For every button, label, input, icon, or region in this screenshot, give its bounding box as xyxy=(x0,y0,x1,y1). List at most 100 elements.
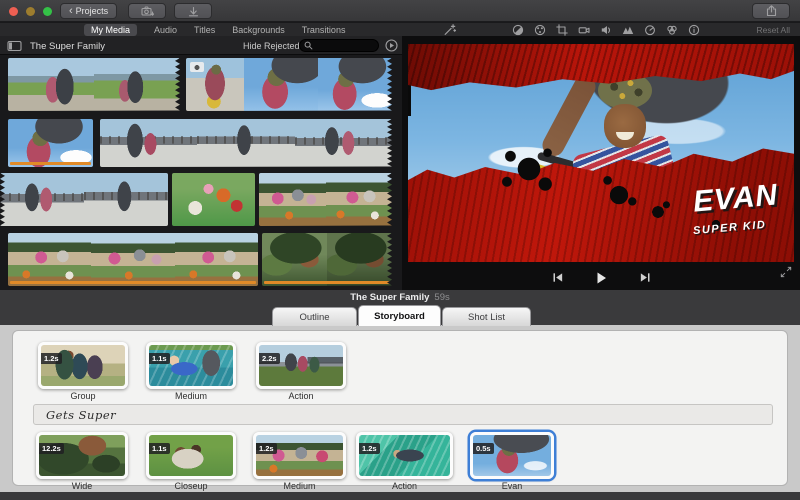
clip-image xyxy=(259,345,343,386)
crop-button[interactable] xyxy=(555,23,568,36)
tab-backgrounds[interactable]: Backgrounds xyxy=(232,25,285,35)
tab-audio[interactable]: Audio xyxy=(154,25,177,35)
info-icon xyxy=(688,24,700,36)
clip-frame xyxy=(172,173,255,226)
close-button[interactable] xyxy=(9,7,18,16)
clip-thumbnail: 1.1s xyxy=(146,342,236,389)
clip-frame xyxy=(175,233,258,286)
clip-thumbnail: 1.2s xyxy=(356,432,453,479)
search-input[interactable] xyxy=(313,41,373,50)
duration-badge: 2.2s xyxy=(259,353,280,364)
color-balance-icon xyxy=(512,24,524,36)
clip-frame xyxy=(100,119,197,167)
clip-image xyxy=(256,435,343,476)
media-source-title[interactable]: The Super Family xyxy=(30,41,105,52)
color-correction-button[interactable] xyxy=(533,23,546,36)
clip-frame xyxy=(0,173,84,226)
storyboard-clip-closeup[interactable]: 1.1s Closeup xyxy=(146,432,236,491)
tab-transitions[interactable]: Transitions xyxy=(302,25,346,35)
speed-button[interactable] xyxy=(643,23,656,36)
camera-import-icon xyxy=(141,6,154,17)
storyboard-clip-group[interactable]: 1.2s Group xyxy=(38,342,128,401)
storyboard-clip-evan-selected[interactable]: 0.5s Evan xyxy=(470,432,554,491)
clip-thumbnail: 0.5s xyxy=(470,432,554,479)
media-clip[interactable] xyxy=(259,173,392,226)
previous-frame-button[interactable] xyxy=(549,270,565,285)
tab-titles[interactable]: Titles xyxy=(194,25,215,35)
minimize-button[interactable] xyxy=(26,7,35,16)
effects-overlap-icon xyxy=(666,24,678,36)
duration-badge: 1.2s xyxy=(256,443,277,454)
storyboard-clip-medium-2[interactable]: 1.2s Medium xyxy=(253,432,346,491)
clip-image xyxy=(149,345,233,386)
clip-frame xyxy=(318,58,392,111)
media-clip[interactable] xyxy=(186,58,392,111)
titlebar: ‹ Projects xyxy=(0,0,800,22)
clip-thumbnail: 1.2s xyxy=(253,432,346,479)
clip-label: Group xyxy=(38,391,128,401)
volume-button[interactable] xyxy=(599,23,612,36)
fullscreen-icon xyxy=(780,266,792,278)
fullscreen-button[interactable] xyxy=(780,265,792,283)
speedometer-icon xyxy=(644,24,656,36)
color-correction-icon xyxy=(534,24,546,36)
storyboard-clip-action[interactable]: 2.2s Action xyxy=(256,342,346,401)
imovie-window: ‹ Projects My Media xyxy=(0,0,800,500)
stabilization-button[interactable] xyxy=(577,23,590,36)
media-clip[interactable] xyxy=(8,58,180,111)
clip-thumbnail: 1.2s xyxy=(38,342,128,389)
storyboard-clip-medium[interactable]: 1.1s Medium xyxy=(146,342,236,401)
window-controls xyxy=(9,7,52,16)
clip-thumbnail: 2.2s xyxy=(256,342,346,389)
media-clip[interactable] xyxy=(0,173,168,226)
share-button[interactable] xyxy=(752,3,790,19)
clip-thumbnail: 1.1s xyxy=(146,432,236,479)
storyboard-panel: 1.2s Group 1.1s Medium 2.2s A xyxy=(0,325,800,492)
clip-frame xyxy=(8,119,93,167)
enhance-button[interactable] xyxy=(443,23,456,36)
download-button[interactable] xyxy=(174,3,212,19)
next-icon xyxy=(639,271,652,284)
trailer-editor: 1.2s Group 1.1s Medium 2.2s A xyxy=(0,305,800,500)
media-clip-favorite[interactable] xyxy=(8,233,258,286)
ink-splatter xyxy=(500,140,558,198)
tab-outline[interactable]: Outline xyxy=(272,307,357,326)
media-clip-favorite[interactable] xyxy=(262,233,392,286)
info-button[interactable] xyxy=(687,23,700,36)
project-status-bar: The Super Family 59s xyxy=(0,290,800,305)
search-field[interactable] xyxy=(299,39,379,52)
download-arrow-icon xyxy=(188,6,199,17)
next-frame-button[interactable] xyxy=(637,270,653,285)
tab-shot-list[interactable]: Shot List xyxy=(442,307,531,326)
clip-thumbnail: 12.2s xyxy=(36,432,128,479)
import-media-button[interactable] xyxy=(128,3,166,19)
tab-storyboard[interactable]: Storyboard xyxy=(358,305,441,326)
zoom-button[interactable] xyxy=(43,7,52,16)
color-balance-button[interactable] xyxy=(511,23,524,36)
clip-frame xyxy=(8,58,94,111)
play-button[interactable] xyxy=(593,270,609,285)
transport-controls xyxy=(402,270,800,285)
project-name: The Super Family xyxy=(350,292,429,303)
storyboard-clip-action-2[interactable]: 1.2s Action xyxy=(356,432,453,491)
media-clip-favorite[interactable] xyxy=(8,119,93,167)
effects-button[interactable] xyxy=(665,23,678,36)
storyboard-clip-wide[interactable]: 12.2s Wide xyxy=(36,432,128,491)
clip-frame xyxy=(259,173,326,226)
media-clip[interactable] xyxy=(100,119,392,167)
noise-reduction-button[interactable] xyxy=(621,23,634,36)
tab-my-media[interactable]: My Media xyxy=(84,24,137,36)
clip-label: Medium xyxy=(146,391,236,401)
storyboard-content: 1.2s Group 1.1s Medium 2.2s A xyxy=(12,330,788,486)
back-to-projects-button[interactable]: ‹ Projects xyxy=(60,3,117,19)
storyboard-section-header[interactable]: Gets Super xyxy=(33,404,773,425)
clip-frame xyxy=(94,58,180,111)
clip-frame xyxy=(8,233,91,286)
bottom-strip xyxy=(0,492,800,500)
share-icon xyxy=(766,5,777,17)
previous-icon xyxy=(551,271,564,284)
reset-all-button[interactable]: Reset All xyxy=(756,25,790,35)
preview-stage: EVAN SUPER KID xyxy=(408,44,794,262)
duration-badge: 1.1s xyxy=(149,353,170,364)
media-clip[interactable] xyxy=(172,173,255,226)
